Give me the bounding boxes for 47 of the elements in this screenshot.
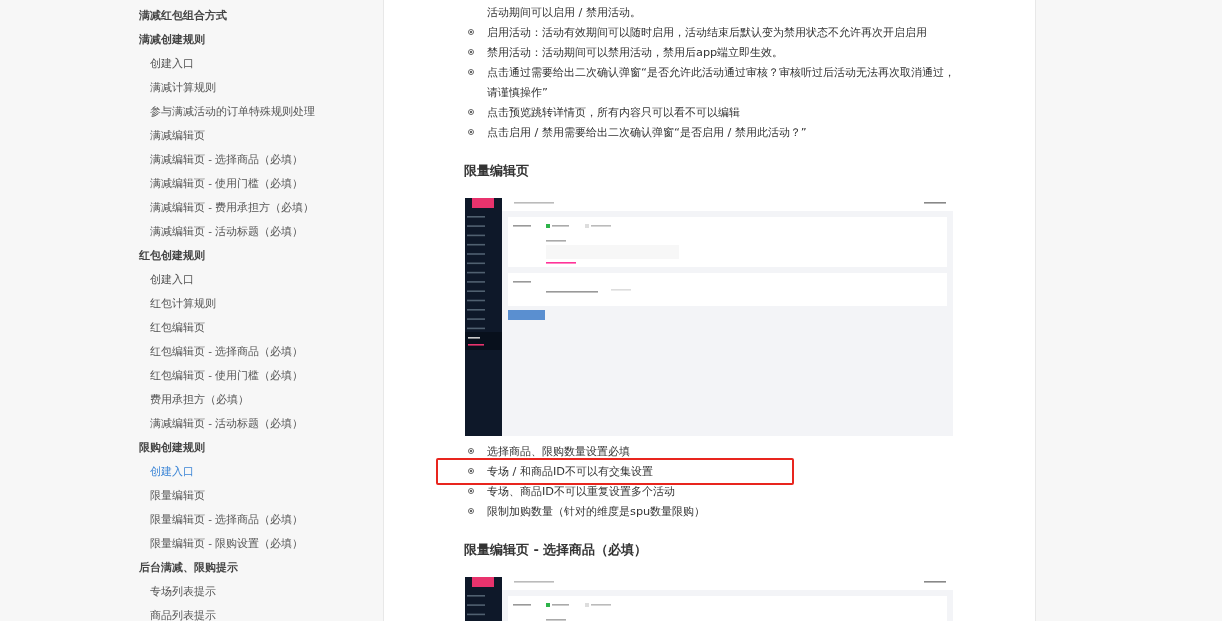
bullet-icon xyxy=(468,448,474,454)
nav-section-link[interactable]: 红包创建规则 xyxy=(139,246,383,270)
section-heading: 限量编辑页 - 选择商品（必填） xyxy=(464,541,649,559)
bullet-icon xyxy=(468,129,474,135)
nav-link[interactable]: 满减编辑页 - 活动标题（必填） xyxy=(139,222,383,246)
list-text: 点击启用 / 禁用需要给出二次确认弹窗“是否启用 / 禁用此活动？” xyxy=(487,125,808,141)
list-text: 点击预览跳转详情页，所有内容只可以看不可以编辑 xyxy=(487,105,741,121)
nav-link[interactable]: 限量编辑页 xyxy=(139,486,383,510)
nav-link[interactable]: 红包编辑页 xyxy=(139,318,383,342)
nav-section-link[interactable]: 限购创建规则 xyxy=(139,438,383,462)
nav-link[interactable]: 费用承担方（必填） xyxy=(139,390,383,414)
nav-link[interactable]: 限量编辑页 - 选择商品（必填） xyxy=(139,510,383,534)
bullet-icon xyxy=(468,49,474,55)
bullet-icon xyxy=(468,468,474,474)
nav-link[interactable]: 红包编辑页 - 使用门槛（必填） xyxy=(139,366,383,390)
nav-link[interactable]: 参与满减活动的订单特殊规则处理 xyxy=(139,102,383,126)
nav-link[interactable]: 满减编辑页 - 活动标题（必填） xyxy=(139,414,383,438)
bullet-icon xyxy=(468,508,474,514)
section-heading: 限量编辑页 xyxy=(464,162,530,180)
nav-link[interactable]: 满减编辑页 xyxy=(139,126,383,150)
list-text: 选择商品、限购数量设置必填 xyxy=(487,444,631,460)
list-text: 活动期间可以启用 / 禁用活动。 xyxy=(487,5,642,21)
nav-link[interactable]: 创建入口 xyxy=(139,462,383,486)
list-text: 专场、商品ID不可以重复设置多个活动 xyxy=(487,484,677,500)
nav-link[interactable]: 限量编辑页 - 限购设置（必填） xyxy=(139,534,383,558)
list-text: 点击通过需要给出二次确认弹窗“是否允许此活动通过审核？审核听过后活动无法再次取消通过，请谨慎操作” xyxy=(487,65,956,101)
nav-link[interactable]: 创建入口 xyxy=(139,270,383,294)
list-text: 启用活动：活动有效期间可以随时启用，活动结束后默认变为禁用状态不允许再次开启启用 xyxy=(487,25,928,41)
nav-link[interactable]: 满减计算规则 xyxy=(139,78,383,102)
nav-link[interactable]: 商品列表提示 xyxy=(139,606,383,621)
list-text: 专场 / 和商品ID不可以有交集设置 xyxy=(487,464,655,480)
list-text: 限制加购数量（针对的维度是spu数量限购） xyxy=(487,504,707,520)
nav-link[interactable]: 满减编辑页 - 选择商品（必填） xyxy=(139,150,383,174)
list-text: 禁用活动：活动期间可以禁用活动，禁用后app端立即生效。 xyxy=(487,45,785,61)
bullet-icon xyxy=(468,488,474,494)
nav-link[interactable]: 满减编辑页 - 费用承担方（必填） xyxy=(139,198,383,222)
nav-link[interactable]: 红包编辑页 - 选择商品（必填） xyxy=(139,342,383,366)
nav-link[interactable]: 满减编辑页 - 使用门槛（必填） xyxy=(139,174,383,198)
nav-link[interactable]: 专场列表提示 xyxy=(139,582,383,606)
nav-section-link[interactable]: 满减红包组合方式 xyxy=(139,6,383,30)
nav-section-link[interactable]: 满减创建规则 xyxy=(139,30,383,54)
nav-link[interactable]: 创建入口 xyxy=(139,54,383,78)
bullet-icon xyxy=(468,109,474,115)
bullet-icon xyxy=(468,29,474,35)
nav-section-link[interactable]: 后台满减、限购提示 xyxy=(139,558,383,582)
bullet-icon xyxy=(468,69,474,75)
nav-link[interactable]: 红包计算规则 xyxy=(139,294,383,318)
